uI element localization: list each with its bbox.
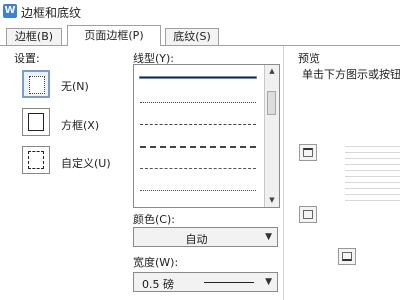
- setting-none-label: 无(N): [61, 80, 89, 93]
- title-bar: W 边框和底纹: [0, 0, 400, 22]
- scroll-down-arrow-icon[interactable]: ▼: [265, 194, 279, 207]
- line-style-dash-dot[interactable]: [140, 168, 256, 169]
- color-select[interactable]: 自动 ▼: [133, 227, 278, 247]
- tab-page-border[interactable]: 页面边框(P): [67, 25, 161, 46]
- preview-heading: 预览: [298, 52, 320, 65]
- settings-heading: 设置:: [14, 52, 40, 65]
- setting-custom-button[interactable]: [22, 146, 50, 174]
- width-select[interactable]: 0.5 磅 ▼: [133, 272, 278, 292]
- chevron-down-icon: ▼: [265, 277, 272, 287]
- top-border-button[interactable]: [299, 144, 317, 161]
- color-value: 自动: [185, 233, 208, 246]
- preview-page-sample: [345, 146, 400, 216]
- no-border-icon: [29, 76, 45, 94]
- width-value: 0.5 磅: [142, 278, 174, 291]
- setting-box-label: 方框(X): [61, 119, 100, 132]
- bottom-border-button[interactable]: [338, 248, 356, 265]
- wps-app-icon: W: [3, 4, 17, 18]
- tab-bar: 边框(B) 页面边框(P) 底纹(S): [0, 25, 400, 46]
- width-line-sample: [204, 282, 254, 283]
- line-style-scrollbar[interactable]: ▲ ▼: [264, 65, 279, 207]
- line-style-dash-short[interactable]: [140, 124, 256, 125]
- line-style-dotted[interactable]: [140, 102, 256, 103]
- color-heading: 颜色(C):: [133, 213, 175, 226]
- bottom-border-icon: [342, 252, 352, 261]
- page-border-panel: 设置: 无(N) 方框(X) 自定义(U) 线型(Y): ▲ ▼ 颜色(C): …: [0, 46, 400, 300]
- line-style-list[interactable]: ▲ ▼: [133, 64, 280, 208]
- box-border-icon: [28, 113, 44, 131]
- line-style-dash-long[interactable]: [140, 146, 256, 148]
- chevron-down-icon: ▼: [265, 232, 272, 242]
- tab-shading[interactable]: 底纹(S): [165, 28, 219, 45]
- scroll-up-arrow-icon[interactable]: ▲: [265, 65, 279, 78]
- inner-border-icon: [303, 210, 313, 219]
- setting-box-button[interactable]: [22, 108, 50, 136]
- custom-border-icon: [28, 151, 44, 169]
- line-style-dash-dot-dot[interactable]: [140, 190, 256, 191]
- preview-hint: 单击下方图示或按钮: [302, 68, 400, 81]
- top-border-icon: [303, 148, 313, 157]
- tab-borders[interactable]: 边框(B): [6, 28, 62, 45]
- width-heading: 宽度(W):: [133, 256, 179, 269]
- line-style-solid[interactable]: [139, 76, 257, 79]
- setting-custom-label: 自定义(U): [61, 157, 111, 170]
- setting-none-button[interactable]: [22, 70, 50, 98]
- scroll-thumb[interactable]: [267, 91, 276, 115]
- dialog-title: 边框和底纹: [21, 6, 82, 20]
- middle-border-button[interactable]: [299, 206, 317, 223]
